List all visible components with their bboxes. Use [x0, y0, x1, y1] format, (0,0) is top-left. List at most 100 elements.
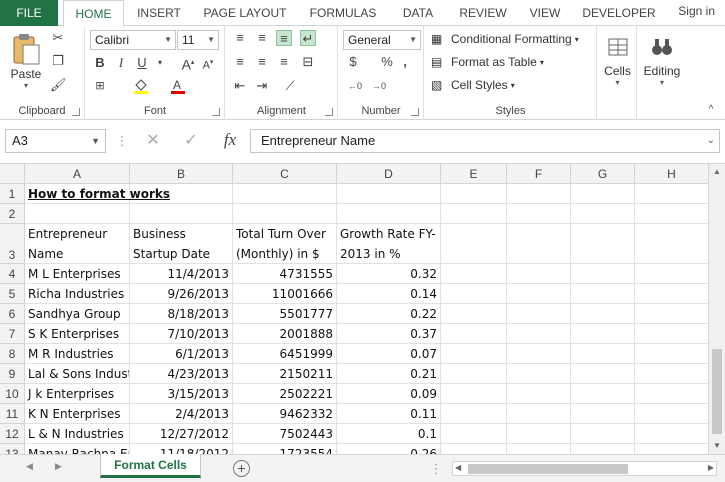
fill-color-icon[interactable]: [133, 78, 149, 94]
row-header-9[interactable]: 9: [0, 364, 25, 384]
cell[interactable]: [571, 304, 635, 324]
row-header-3[interactable]: 3: [0, 224, 25, 264]
format-as-table-button[interactable]: ▤ Format as Table ▾: [431, 52, 593, 72]
formula-input[interactable]: Entrepreneur Name ⌄: [250, 129, 720, 153]
cell[interactable]: [635, 284, 709, 304]
table-cell[interactable]: J k Enterprises: [25, 384, 130, 404]
column-header-b[interactable]: B: [130, 164, 233, 184]
prev-sheet-icon[interactable]: ◀: [26, 461, 33, 472]
horizontal-scrollbar[interactable]: ◀ ▶: [452, 461, 717, 476]
scroll-up-icon[interactable]: ▲: [709, 164, 725, 180]
table-cell[interactable]: Richa Industries: [25, 284, 130, 304]
table-cell[interactable]: 0.14: [337, 284, 441, 304]
table-cell[interactable]: 0.26: [337, 444, 441, 454]
tab-insert[interactable]: INSERT: [128, 0, 190, 26]
conditional-formatting-button[interactable]: ▦ Conditional Formatting ▾: [431, 29, 593, 49]
table-cell[interactable]: 11/4/2013: [130, 264, 233, 284]
more-options-icon[interactable]: ⋮: [428, 461, 444, 477]
table-cell[interactable]: S K Enterprises: [25, 324, 130, 344]
cell[interactable]: [441, 184, 507, 204]
increase-font-icon[interactable]: A▴: [180, 55, 196, 73]
cell[interactable]: [635, 344, 709, 364]
cell[interactable]: [441, 284, 507, 304]
cell[interactable]: [635, 204, 709, 224]
table-cell[interactable]: 6451999: [233, 344, 337, 364]
increase-indent-icon[interactable]: ⇥: [254, 78, 270, 94]
cell[interactable]: [507, 204, 571, 224]
cell[interactable]: [507, 404, 571, 424]
cell[interactable]: [233, 204, 337, 224]
cell[interactable]: [507, 364, 571, 384]
cell[interactable]: [25, 204, 130, 224]
cell[interactable]: [635, 364, 709, 384]
align-right-icon[interactable]: ≡: [276, 54, 292, 70]
decrease-indent-icon[interactable]: ⇤: [232, 78, 248, 94]
tab-view[interactable]: VIEW: [522, 0, 568, 26]
cell[interactable]: [571, 444, 635, 454]
column-header-h[interactable]: H: [635, 164, 709, 184]
align-middle-icon[interactable]: ≡: [254, 30, 270, 46]
table-cell[interactable]: 2502221: [233, 384, 337, 404]
tab-home[interactable]: HOME: [63, 0, 124, 27]
table-cell[interactable]: 3/15/2013: [130, 384, 233, 404]
row-header-8[interactable]: 8: [0, 344, 25, 364]
row-header-13[interactable]: 13: [0, 444, 25, 454]
cell[interactable]: [441, 384, 507, 404]
cell[interactable]: [441, 364, 507, 384]
cells-button[interactable]: Cells ▾: [600, 30, 635, 92]
table-cell[interactable]: 0.22: [337, 304, 441, 324]
column-header-f[interactable]: F: [507, 164, 571, 184]
cell[interactable]: [507, 424, 571, 444]
cell[interactable]: [635, 384, 709, 404]
cell[interactable]: [441, 324, 507, 344]
number-launcher-icon[interactable]: [411, 108, 419, 116]
tab-review[interactable]: REVIEW: [452, 0, 514, 26]
row-header-6[interactable]: 6: [0, 304, 25, 324]
column-header-d[interactable]: D: [337, 164, 441, 184]
font-launcher-icon[interactable]: [212, 108, 220, 116]
table-cell[interactable]: 9462332: [233, 404, 337, 424]
header-cell[interactable]: Growth Rate FY-2013 in %: [337, 224, 441, 264]
sheet-tab-format-cells[interactable]: Format Cells: [100, 454, 201, 478]
header-cell[interactable]: Entrepreneur Name: [25, 224, 130, 264]
cell[interactable]: [507, 324, 571, 344]
header-cell[interactable]: Total Turn Over (Monthly) in $: [233, 224, 337, 264]
number-format-combo[interactable]: General ▼: [343, 30, 421, 50]
table-cell[interactable]: M L Enterprises: [25, 264, 130, 284]
cell[interactable]: [571, 184, 635, 204]
cell[interactable]: [571, 384, 635, 404]
sign-in-link[interactable]: Sign in: [678, 0, 715, 22]
horizontal-scroll-thumb[interactable]: [468, 464, 628, 474]
cell[interactable]: [441, 304, 507, 324]
cell[interactable]: [571, 344, 635, 364]
table-cell[interactable]: 11001666: [233, 284, 337, 304]
column-header-a[interactable]: A: [25, 164, 130, 184]
scroll-left-icon[interactable]: ◀: [455, 463, 461, 472]
tab-page-layout[interactable]: PAGE LAYOUT: [196, 0, 294, 26]
cell[interactable]: [441, 424, 507, 444]
next-sheet-icon[interactable]: ▶: [55, 461, 62, 472]
decrease-decimal-icon[interactable]: →0: [371, 78, 387, 94]
cell[interactable]: [441, 264, 507, 284]
percent-button[interactable]: %: [379, 54, 395, 70]
cell[interactable]: [571, 424, 635, 444]
vertical-scroll-thumb[interactable]: [712, 349, 722, 434]
bold-button[interactable]: B: [92, 55, 108, 71]
row-header-5[interactable]: 5: [0, 284, 25, 304]
currency-button[interactable]: $: [345, 54, 361, 70]
row-header-11[interactable]: 11: [0, 404, 25, 424]
header-cell[interactable]: Business Startup Date: [130, 224, 233, 264]
table-cell[interactable]: 2/4/2013: [130, 404, 233, 424]
font-name-combo[interactable]: Calibri ▼: [90, 30, 176, 50]
cell[interactable]: [337, 184, 441, 204]
tab-data[interactable]: DATA: [392, 0, 444, 26]
underline-button[interactable]: U: [134, 55, 150, 71]
table-cell[interactable]: 12/27/2012: [130, 424, 233, 444]
collapse-ribbon-icon[interactable]: ^: [703, 102, 719, 118]
table-cell[interactable]: 7502443: [233, 424, 337, 444]
cancel-icon[interactable]: ✕: [145, 133, 161, 149]
italic-button[interactable]: I: [113, 55, 129, 71]
cell[interactable]: [507, 224, 571, 264]
align-left-icon[interactable]: ≡: [232, 54, 248, 70]
vertical-scrollbar[interactable]: ▲ ▼: [708, 164, 725, 454]
